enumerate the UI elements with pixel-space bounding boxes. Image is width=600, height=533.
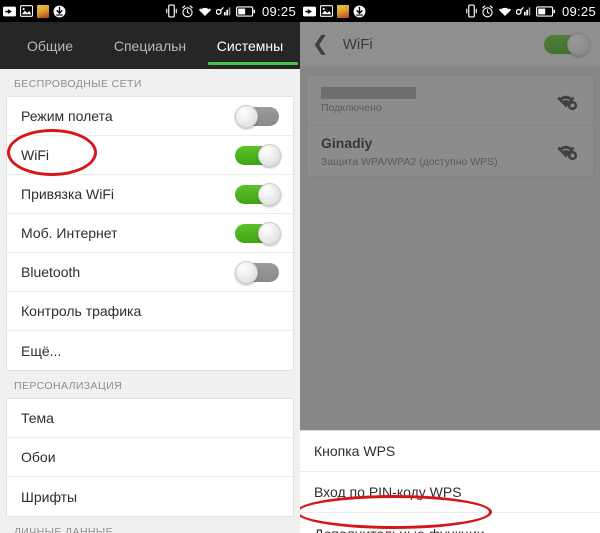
row-label: WiFi [21, 147, 49, 163]
row-label: Моб. Интернет [21, 225, 118, 241]
action-wps-pin[interactable]: Вход по PIN-коду WPS [300, 472, 600, 513]
wifi-icon [498, 6, 512, 17]
left-panel-settings: 09:25 Общие Специальн Системны БЕСПРОВОД… [0, 0, 300, 533]
section-header-personal-data: ЛИЧНЫЕ ДАННЫЕ [14, 526, 114, 533]
app-icon [337, 4, 349, 18]
action-wps-button[interactable]: Кнопка WPS [300, 431, 600, 472]
network-status: Подключено [321, 102, 382, 114]
bluetooth-toggle[interactable] [235, 260, 281, 284]
personalization-card: Тема Обои Шрифты [6, 398, 294, 517]
row-label: Bluetooth [21, 264, 81, 280]
list-item[interactable]: Подключено [307, 76, 593, 126]
signal-icon [515, 5, 532, 17]
network-status: Защита WPA/WPA2 (доступно WPS) [321, 155, 498, 168]
airplane-mode-toggle[interactable] [235, 104, 281, 128]
settings-tabbar: Общие Специальн Системны [0, 22, 300, 69]
network-info: Подключено [321, 87, 416, 114]
status-bar-right-icons: 09:25 [166, 4, 296, 19]
toggle-knob [235, 104, 258, 128]
toggle-knob [258, 182, 281, 206]
row-label: Обои [21, 449, 56, 465]
alarm-icon [481, 4, 494, 18]
status-bar-clock: 09:25 [561, 3, 596, 19]
network-name-redacted [321, 87, 416, 99]
status-bar-clock: 09:25 [261, 3, 296, 19]
row-bluetooth[interactable]: Bluetooth [7, 253, 293, 292]
section-header-personalization: ПЕРСОНАЛИЗАЦИЯ [14, 380, 123, 392]
right-panel-wifi: 09:25 ❮ WiFi Подключено Ginadiy Защита W… [300, 0, 600, 533]
list-item[interactable]: Ginadiy Защита WPA/WPA2 (доступно WPS) [307, 126, 593, 176]
battery-icon [235, 5, 255, 17]
row-label: Шрифты [21, 488, 78, 505]
row-wifi-tethering[interactable]: Привязка WiFi [7, 175, 293, 214]
row-more[interactable]: Ещё... [7, 331, 293, 370]
alarm-icon [181, 4, 194, 18]
status-bar-left-icons [303, 4, 366, 18]
mobile-internet-toggle[interactable] [235, 221, 281, 245]
row-label: Привязка WiFi [21, 186, 115, 202]
wifi-master-toggle[interactable] [544, 32, 590, 56]
battery-icon [535, 5, 555, 17]
status-bar-right-icons: 09:25 [466, 4, 596, 19]
status-bar-right: 09:25 [300, 0, 600, 22]
toggle-knob [258, 143, 281, 167]
app-icon [37, 4, 49, 18]
row-mobile-internet[interactable]: Моб. Интернет [7, 214, 293, 253]
wifi-screen-body: ❮ WiFi Подключено Ginadiy Защита WPA/WPA… [300, 22, 600, 533]
image-icon [20, 5, 33, 17]
download-icon [353, 5, 366, 18]
vibrate-icon [166, 4, 177, 18]
toggle-knob [235, 260, 258, 284]
wifi-header-left: ❮ WiFi [312, 34, 373, 54]
status-bar-left-icons [3, 4, 66, 18]
back-arrow-icon [3, 5, 16, 18]
row-label: Тема [21, 410, 54, 426]
tab-specialnye[interactable]: Специальн [100, 22, 200, 69]
network-name: Ginadiy [321, 134, 373, 151]
network-info: Ginadiy Защита WPA/WPA2 (доступно WPS) [321, 135, 498, 168]
wps-actions-card: Кнопка WPS Вход по PIN-коду WPS Дополнит… [300, 430, 600, 533]
row-label: Режим полета [21, 108, 113, 124]
status-bar-left: 09:25 [0, 0, 300, 22]
row-wifi[interactable]: WiFi [7, 136, 293, 175]
settings-list: БЕСПРОВОДНЫЕ СЕТИ Режим полета WiFi Прив… [0, 69, 300, 533]
toggle-knob [258, 221, 281, 245]
toggle-knob [567, 32, 590, 56]
back-arrow-icon [303, 5, 316, 18]
row-label: Ещё... [21, 342, 62, 359]
wifi-toggle[interactable] [235, 143, 281, 167]
wifi-icon [198, 6, 212, 17]
row-airplane-mode[interactable]: Режим полета [7, 97, 293, 136]
vibrate-icon [466, 4, 477, 18]
row-theme[interactable]: Тема [7, 399, 293, 438]
wifi-page-title: WiFi [342, 35, 373, 53]
download-icon [53, 5, 66, 18]
wireless-settings-card: Режим полета WiFi Привязка WiFi Моб. Инт… [6, 96, 294, 371]
wifi-secure-icon [553, 140, 579, 162]
image-icon [320, 5, 333, 17]
section-header-wireless: БЕСПРОВОДНЫЕ СЕТИ [14, 78, 142, 90]
signal-icon [215, 5, 232, 17]
wifi-secure-icon [553, 90, 579, 112]
wifi-network-list: Подключено Ginadiy Защита WPA/WPA2 (дост… [306, 75, 594, 177]
row-wallpaper[interactable]: Обои [7, 438, 293, 477]
wifi-tethering-toggle[interactable] [235, 182, 281, 206]
back-chevron-icon[interactable]: ❮ [312, 34, 329, 54]
tab-obshchie[interactable]: Общие [0, 22, 100, 69]
row-label: Контроль трафика [21, 303, 142, 319]
row-traffic-control[interactable]: Контроль трафика [7, 292, 293, 331]
wifi-screen-header: ❮ WiFi [300, 22, 600, 67]
row-fonts[interactable]: Шрифты [7, 477, 293, 516]
tab-sistemnye[interactable]: Системны [200, 22, 300, 69]
dual-screenshot: 09:25 Общие Специальн Системны БЕСПРОВОД… [0, 0, 600, 533]
action-additional-functions[interactable]: Дополнительные функции [300, 513, 600, 533]
